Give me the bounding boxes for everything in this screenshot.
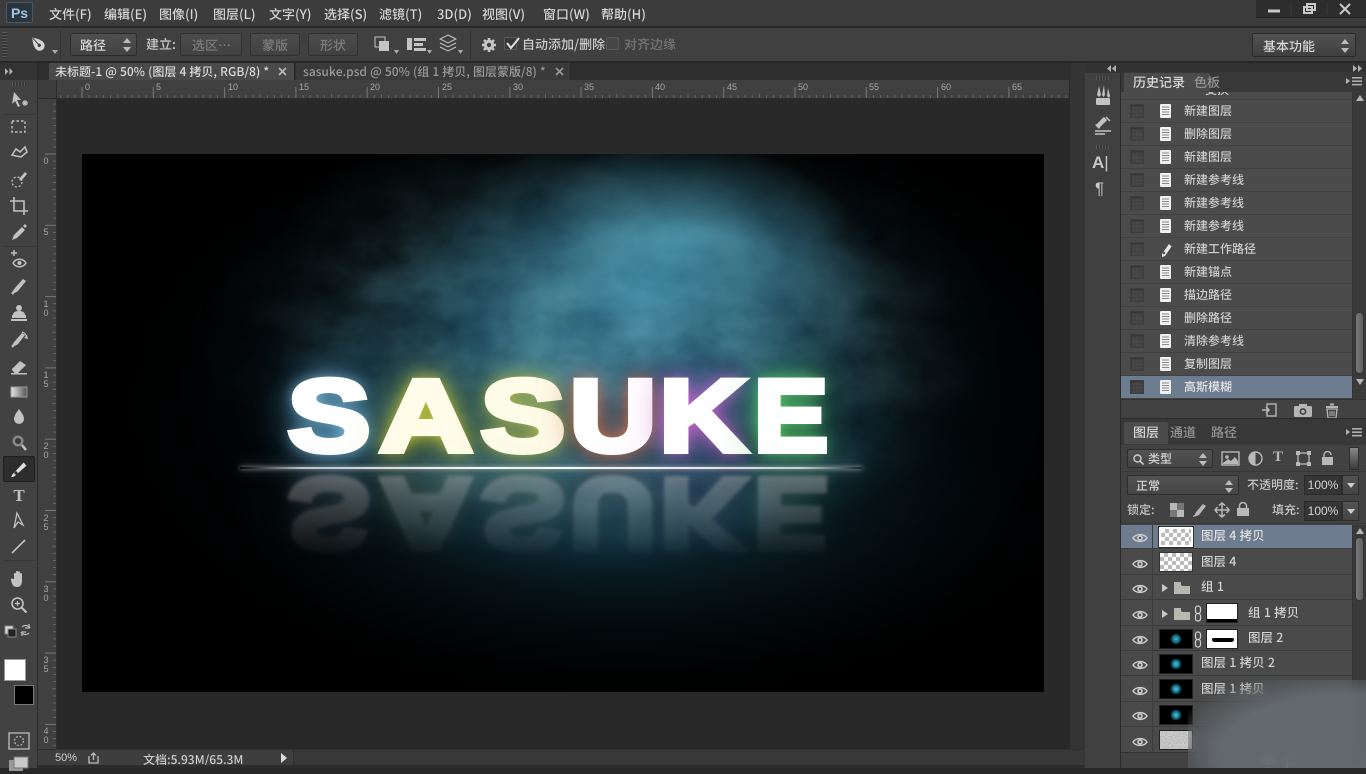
svg-text:T: T	[13, 486, 25, 505]
